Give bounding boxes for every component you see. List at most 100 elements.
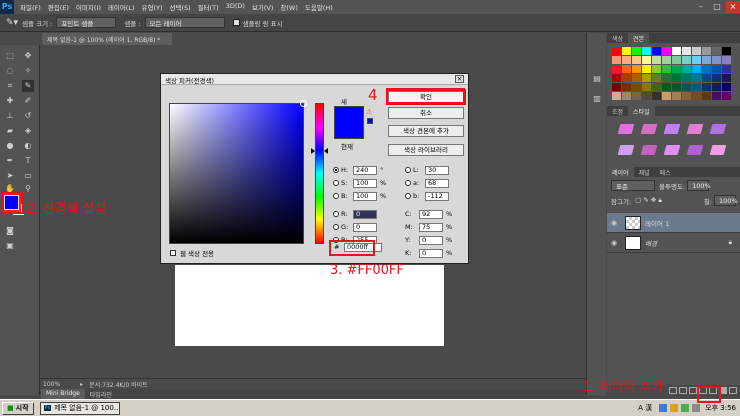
color-swatch[interactable] (642, 56, 651, 64)
color-swatch[interactable] (682, 47, 691, 55)
radio-b[interactable] (333, 193, 339, 199)
color-swatch[interactable] (722, 74, 731, 82)
l-input[interactable]: 30 (425, 165, 449, 175)
radio-l[interactable] (405, 167, 411, 173)
menu-layer[interactable]: 레이어(L) (108, 2, 135, 12)
color-swatch[interactable] (712, 74, 721, 82)
tab-swatches[interactable]: 견본 (628, 33, 650, 43)
radio-s[interactable] (333, 180, 339, 186)
color-swatch[interactable] (652, 65, 661, 73)
radio-h[interactable] (333, 167, 339, 173)
radio-a[interactable] (405, 180, 411, 186)
color-swatch[interactable] (672, 74, 681, 82)
trash-icon[interactable] (729, 386, 737, 394)
color-swatch[interactable] (622, 83, 631, 91)
color-swatch[interactable] (702, 47, 711, 55)
color-marker[interactable] (300, 100, 307, 107)
menu-3d[interactable]: 3D(D) (226, 2, 245, 12)
blend-mode-select[interactable]: 표준 (611, 180, 655, 191)
m-input[interactable]: 75 (419, 222, 443, 232)
update-icon[interactable] (681, 404, 690, 412)
radio-r[interactable] (333, 211, 339, 217)
color-swatch[interactable] (722, 56, 731, 64)
web-safe-icon[interactable] (367, 118, 373, 124)
color-swatch[interactable] (612, 47, 621, 55)
color-swatch[interactable] (672, 92, 681, 100)
color-swatch[interactable] (672, 65, 681, 73)
sample-select[interactable]: 모든 레이어 (144, 17, 225, 28)
menu-help[interactable]: 도움말(H) (305, 2, 333, 12)
color-swatch[interactable] (652, 56, 661, 64)
color-swatch[interactable] (612, 92, 621, 100)
link-icon[interactable] (669, 386, 677, 394)
color-swatch[interactable] (712, 83, 721, 91)
web-only-checkbox[interactable] (170, 250, 176, 256)
color-swatch[interactable] (702, 56, 711, 64)
a-input[interactable]: 68 (425, 178, 449, 188)
eraser-tool-icon[interactable]: ▰ (4, 125, 16, 137)
eyedropper-tool-icon[interactable]: ✎ (22, 80, 34, 92)
style-item[interactable] (663, 142, 681, 158)
color-swatch[interactable] (722, 47, 731, 55)
b-input[interactable]: 100 (353, 191, 377, 201)
fx-icon[interactable] (679, 386, 687, 394)
color-swatch[interactable] (692, 56, 701, 64)
h-input[interactable]: 240 (353, 165, 377, 175)
color-swatch[interactable] (682, 56, 691, 64)
style-item[interactable] (686, 121, 704, 137)
color-swatch[interactable] (692, 74, 701, 82)
quick-mask-icon[interactable]: ◙ (4, 225, 16, 237)
color-swatch[interactable] (682, 65, 691, 73)
color-swatch[interactable] (712, 47, 721, 55)
s-input[interactable]: 100 (353, 178, 377, 188)
eyedropper-icon[interactable]: ✎▾ (6, 18, 18, 28)
tab-color[interactable]: 색상 (607, 33, 628, 43)
mask-icon[interactable] (689, 386, 697, 394)
color-swatch[interactable] (612, 56, 621, 64)
network-icon[interactable] (659, 404, 668, 412)
saturation-brightness-field[interactable] (169, 100, 307, 244)
gamut-warning-icon[interactable]: ⚠ (366, 108, 372, 116)
menu-window[interactable]: 창(W) (280, 2, 297, 12)
color-swatch[interactable] (722, 65, 731, 73)
color-swatch[interactable] (672, 47, 681, 55)
color-swatch[interactable] (692, 65, 701, 73)
paint-bucket-icon[interactable]: ◈ (22, 125, 34, 137)
color-swatch[interactable] (682, 83, 691, 91)
color-swatch[interactable] (622, 74, 631, 82)
color-swatch[interactable] (662, 92, 671, 100)
color-swatch[interactable] (642, 65, 651, 73)
path-select-icon[interactable]: ➤ (4, 170, 16, 182)
color-swatch[interactable] (662, 83, 671, 91)
color-swatch[interactable] (622, 92, 631, 100)
close-icon[interactable]: × (455, 75, 464, 83)
color-swatch[interactable] (662, 65, 671, 73)
color-swatch[interactable] (682, 74, 691, 82)
add-to-swatches-button[interactable]: 색상 견본에 추가 (388, 125, 464, 137)
healing-brush-icon[interactable]: ✚ (4, 95, 16, 107)
color-swatch[interactable] (612, 83, 621, 91)
menu-type[interactable]: 유형(Y) (142, 2, 163, 12)
security-icon[interactable] (670, 404, 679, 412)
color-swatch[interactable] (672, 56, 681, 64)
eye-icon[interactable]: ◉ (607, 239, 621, 247)
color-swatch[interactable] (692, 92, 701, 100)
tab-paths[interactable]: 패스 (655, 167, 676, 177)
hue-arrow-right-icon[interactable] (324, 148, 328, 154)
color-swatch[interactable] (662, 74, 671, 82)
radio-lab-b[interactable] (405, 193, 411, 199)
style-item[interactable] (686, 142, 704, 158)
tab-mini-bridge[interactable]: Mini Bridge (41, 389, 85, 399)
properties-icon[interactable]: ▥ (591, 93, 603, 105)
status-arrow-icon[interactable]: ▸ (80, 381, 83, 388)
style-item[interactable] (663, 121, 681, 137)
r-input[interactable]: 0 (353, 209, 377, 219)
shape-tool-icon[interactable]: ▭ (22, 170, 34, 182)
color-swatch[interactable] (642, 92, 651, 100)
color-swatch[interactable] (642, 83, 651, 91)
menu-filter[interactable]: 필터(T) (198, 2, 219, 12)
pen-tool-icon[interactable]: ✒ (4, 155, 16, 167)
style-item[interactable] (640, 142, 658, 158)
color-swatch[interactable] (722, 92, 731, 100)
color-swatch[interactable] (712, 92, 721, 100)
